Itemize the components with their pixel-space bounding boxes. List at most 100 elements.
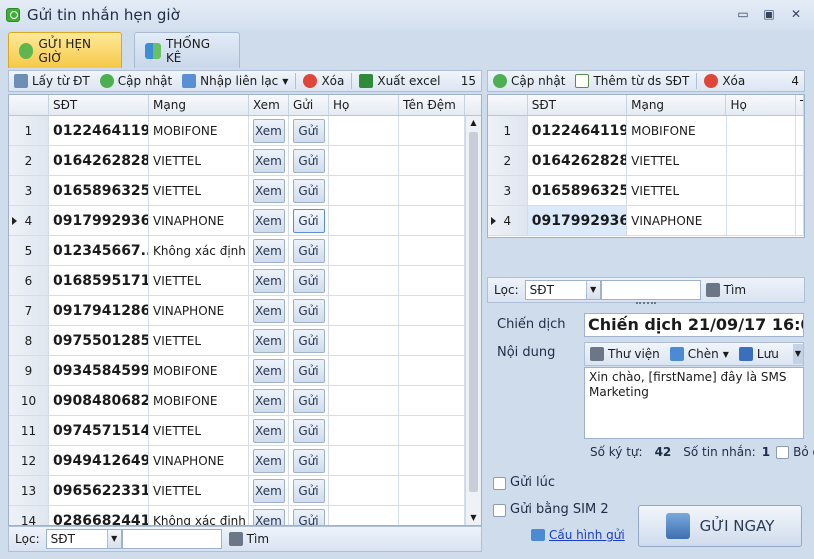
- send-button[interactable]: Gửi: [292, 328, 325, 353]
- network-cell[interactable]: VIETTEL: [149, 326, 249, 355]
- phone-cell[interactable]: 01224641198: [528, 116, 628, 145]
- close-button[interactable]: ✕: [789, 8, 803, 21]
- scroll-thumb[interactable]: [469, 132, 478, 492]
- table-row[interactable]: 13 0965622331 VIETTEL Xem Gửi: [9, 476, 481, 506]
- message-textarea[interactable]: Xin chào, [firstName] đây là SMS Marketi…: [584, 367, 804, 439]
- right-delete-button[interactable]: Xóa: [699, 71, 750, 91]
- first-name-cell[interactable]: [796, 176, 804, 205]
- table-row[interactable]: 201642628288VIETTEL: [488, 146, 804, 176]
- send-button[interactable]: Gửi: [292, 268, 325, 293]
- network-cell[interactable]: MOBIFONE: [627, 116, 727, 145]
- send-button[interactable]: Gửi: [292, 148, 325, 173]
- middle-name-cell[interactable]: [399, 206, 465, 235]
- middle-name-cell[interactable]: [399, 236, 465, 265]
- phone-cell[interactable]: 01658963258: [49, 176, 149, 205]
- last-name-cell[interactable]: [329, 296, 399, 325]
- table-row[interactable]: 4 0917992936 VINAPHONE Xem Gửi: [9, 206, 481, 236]
- phone-cell[interactable]: 0965622331: [49, 476, 149, 505]
- send-button[interactable]: Gửi: [292, 178, 325, 203]
- view-button[interactable]: Xem: [252, 118, 285, 143]
- column-header-network[interactable]: Mạng: [149, 95, 249, 115]
- middle-name-cell[interactable]: [399, 506, 465, 525]
- view-button[interactable]: Xem: [252, 388, 285, 413]
- network-cell[interactable]: VINAPHONE: [149, 206, 249, 235]
- phone-cell[interactable]: 0908480682: [49, 386, 149, 415]
- phone-cell[interactable]: 0917992936: [527, 206, 628, 235]
- phone-cell[interactable]: 0974571514: [49, 416, 149, 445]
- table-row[interactable]: 8 0975501285 VIETTEL Xem Gửi: [9, 326, 481, 356]
- overflow-menu-icon[interactable]: ▼: [793, 344, 803, 364]
- network-cell[interactable]: MOBIFONE: [149, 116, 249, 145]
- row-number[interactable]: 1: [488, 116, 528, 145]
- insert-button[interactable]: Chèn ▼: [665, 344, 734, 364]
- delete-button[interactable]: Xóa: [298, 71, 349, 91]
- filter-field-select[interactable]: SĐT ▼: [524, 280, 601, 300]
- network-cell[interactable]: Không xác định: [149, 236, 249, 265]
- table-row[interactable]: 301658963258VIETTELXem Gửi: [9, 176, 481, 206]
- right-search-button[interactable]: Tìm: [701, 280, 751, 300]
- left-search-button[interactable]: Tìm: [224, 529, 274, 549]
- campaign-name-input[interactable]: Chiến dịch 21/09/17 16:08: [584, 313, 804, 337]
- network-cell[interactable]: VINAPHONE: [149, 446, 249, 475]
- view-button[interactable]: Xem: [252, 418, 285, 443]
- row-number[interactable]: 13: [9, 476, 49, 505]
- network-cell[interactable]: VINAPHONE: [627, 206, 727, 235]
- send-button[interactable]: Gửi: [292, 418, 325, 443]
- last-name-cell[interactable]: [727, 206, 797, 235]
- phone-cell[interactable]: 02866824414: [49, 506, 149, 525]
- middle-name-cell[interactable]: [399, 146, 465, 175]
- network-cell[interactable]: VIETTEL: [149, 176, 249, 205]
- phone-cell[interactable]: 01642628288: [528, 146, 628, 175]
- row-number[interactable]: 8: [9, 326, 49, 355]
- view-button[interactable]: Xem: [252, 478, 285, 503]
- network-cell[interactable]: VIETTEL: [627, 176, 727, 205]
- view-button[interactable]: Xem: [252, 268, 285, 293]
- phone-cell[interactable]: 012345667...: [49, 236, 149, 265]
- network-cell[interactable]: VIETTEL: [627, 146, 727, 175]
- right-update-button[interactable]: Cập nhật: [488, 71, 570, 91]
- send-sim2-checkbox[interactable]: [493, 504, 506, 517]
- table-row[interactable]: 10 0908480682 MOBIFONE Xem Gửi: [9, 386, 481, 416]
- send-button[interactable]: Gửi: [292, 448, 325, 473]
- phone-cell[interactable]: 01642628288: [49, 146, 149, 175]
- send-button[interactable]: Gửi: [292, 118, 325, 143]
- filter-field-select[interactable]: SĐT ▼: [45, 529, 122, 549]
- row-number[interactable]: 14: [9, 506, 49, 525]
- send-button[interactable]: Gửi: [292, 208, 325, 233]
- middle-name-cell[interactable]: [399, 116, 465, 145]
- phone-cell[interactable]: 01224641198: [49, 116, 149, 145]
- send-config-link[interactable]: Cấu hình gửi: [549, 528, 625, 542]
- phone-cell[interactable]: 0949412649: [49, 446, 149, 475]
- view-button[interactable]: Xem: [252, 238, 285, 263]
- first-name-cell[interactable]: [796, 146, 804, 175]
- import-contacts-button[interactable]: Nhập liên lạc ▼: [177, 71, 293, 91]
- middle-name-cell[interactable]: [399, 386, 465, 415]
- column-header-first-name[interactable]: T: [796, 95, 804, 115]
- table-row[interactable]: 1402866824414Không xác địnhXem Gửi: [9, 506, 481, 525]
- row-number[interactable]: 2: [488, 146, 528, 175]
- row-number[interactable]: 3: [9, 176, 49, 205]
- table-row[interactable]: 601685951715VIETTELXem Gửi: [9, 266, 481, 296]
- phone-cell[interactable]: 0917992936: [49, 206, 149, 235]
- table-row[interactable]: 9 0934584599 MOBIFONE Xem Gửi: [9, 356, 481, 386]
- first-name-cell[interactable]: [796, 116, 804, 145]
- send-at-checkbox[interactable]: [493, 477, 506, 490]
- table-row[interactable]: 12 0949412649 VINAPHONE Xem Gửi: [9, 446, 481, 476]
- row-number[interactable]: 5: [9, 236, 49, 265]
- vertical-scrollbar[interactable]: ▲ ▼: [465, 116, 481, 525]
- minimize-button[interactable]: ▭: [736, 8, 750, 21]
- last-name-cell[interactable]: [329, 146, 399, 175]
- row-number[interactable]: 1: [9, 116, 49, 145]
- network-cell[interactable]: VIETTEL: [149, 416, 249, 445]
- view-button[interactable]: Xem: [252, 148, 285, 173]
- view-button[interactable]: Xem: [252, 298, 285, 323]
- last-name-cell[interactable]: [727, 146, 797, 175]
- view-button[interactable]: Xem: [252, 448, 285, 473]
- middle-name-cell[interactable]: [399, 326, 465, 355]
- row-number[interactable]: 12: [9, 446, 49, 475]
- view-button[interactable]: Xem: [252, 328, 285, 353]
- filter-text-input[interactable]: [121, 529, 222, 549]
- column-header-phone[interactable]: SĐT: [528, 95, 628, 115]
- table-row[interactable]: 5 012345667... Không xác định Xem Gửi: [9, 236, 481, 266]
- last-name-cell[interactable]: [727, 116, 797, 145]
